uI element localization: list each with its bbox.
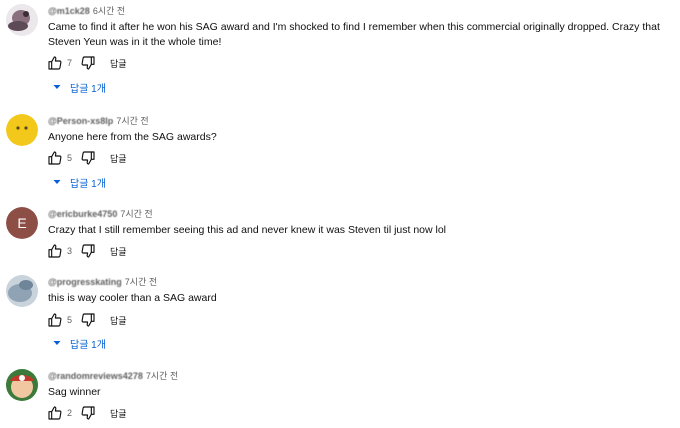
reply-button[interactable]: 답글 <box>110 407 127 420</box>
reply-button[interactable]: 답글 <box>110 152 127 165</box>
comment-time[interactable]: 7시간 전 <box>116 116 148 126</box>
comment-text: Crazy that I still remember seeing this … <box>48 224 447 236</box>
thumb-up-icon[interactable] <box>47 150 63 166</box>
comment-header: @randomreviews4278 7시간 전 <box>48 369 178 383</box>
comment-actions: 2 답글 <box>47 404 127 422</box>
comment-header: @progresskating 7시간 전 <box>48 275 157 289</box>
comment-actions: 3 답글 <box>47 242 127 260</box>
comment-author[interactable]: @ericburke4750 <box>48 209 117 219</box>
view-replies-button[interactable]: 답글 1개 <box>52 79 106 95</box>
comment-time[interactable]: 7시간 전 <box>146 371 178 381</box>
comment-header: @Person-xs8lp 7시간 전 <box>48 114 149 128</box>
comment-author[interactable]: @m1ck28 <box>48 6 90 16</box>
thumb-down-icon[interactable] <box>80 243 96 259</box>
avatar[interactable]: E <box>6 207 38 239</box>
comment-time[interactable]: 7시간 전 <box>120 209 152 219</box>
thumb-up-icon[interactable] <box>47 312 63 328</box>
thumb-up-icon[interactable] <box>47 405 63 421</box>
avatar[interactable] <box>6 114 38 146</box>
thumb-down-icon[interactable] <box>80 150 96 166</box>
thumb-down-icon[interactable] <box>80 312 96 328</box>
comment-text: Sag winner <box>48 386 101 398</box>
comment-header: @ericburke4750 7시간 전 <box>48 207 153 221</box>
caret-down-icon <box>53 85 61 89</box>
reply-button[interactable]: 답글 <box>110 245 127 258</box>
comment-actions: 5 답글 <box>47 311 127 329</box>
comment-actions: 5 답글 <box>47 149 127 167</box>
thumb-down-icon[interactable] <box>80 55 96 71</box>
replies-count-label: 답글 1개 <box>70 83 106 95</box>
thumb-down-icon[interactable] <box>80 405 96 421</box>
comment-author[interactable]: @randomreviews4278 <box>48 371 143 381</box>
caret-down-icon <box>53 180 61 184</box>
like-count: 3 <box>67 246 73 256</box>
like-count: 7 <box>67 58 73 68</box>
reply-button[interactable]: 답글 <box>110 57 127 70</box>
replies-count-label: 답글 1개 <box>70 339 106 351</box>
thumb-up-icon[interactable] <box>47 55 63 71</box>
view-replies-button[interactable]: 답글 1개 <box>52 174 106 190</box>
replies-count-label: 답글 1개 <box>70 178 106 190</box>
comments-section: @m1ck28 6시간 전 Came to find it after he wo… <box>0 0 680 428</box>
avatar-letter: E <box>17 215 26 231</box>
view-replies-button[interactable]: 답글 1개 <box>52 335 106 351</box>
comment-text: Came to find it after he won his SAG awa… <box>48 21 660 48</box>
like-count: 5 <box>67 315 73 325</box>
comment-text: this is way cooler than a SAG award <box>48 292 217 304</box>
like-count: 2 <box>67 408 73 418</box>
comment-text: Anyone here from the SAG awards? <box>48 131 217 143</box>
avatar[interactable] <box>6 275 38 307</box>
avatar[interactable] <box>6 369 38 401</box>
reply-button[interactable]: 답글 <box>110 314 127 327</box>
like-count: 5 <box>67 153 73 163</box>
comment-header: @m1ck28 6시간 전 <box>48 4 125 18</box>
comment-author[interactable]: @progresskating <box>48 277 122 287</box>
caret-down-icon <box>53 341 61 345</box>
comment-time[interactable]: 6시간 전 <box>93 6 125 16</box>
comment-actions: 7 답글 <box>47 54 127 72</box>
comment-time[interactable]: 7시간 전 <box>125 277 157 287</box>
thumb-up-icon[interactable] <box>47 243 63 259</box>
avatar[interactable] <box>6 4 38 36</box>
comment-author[interactable]: @Person-xs8lp <box>48 116 113 126</box>
